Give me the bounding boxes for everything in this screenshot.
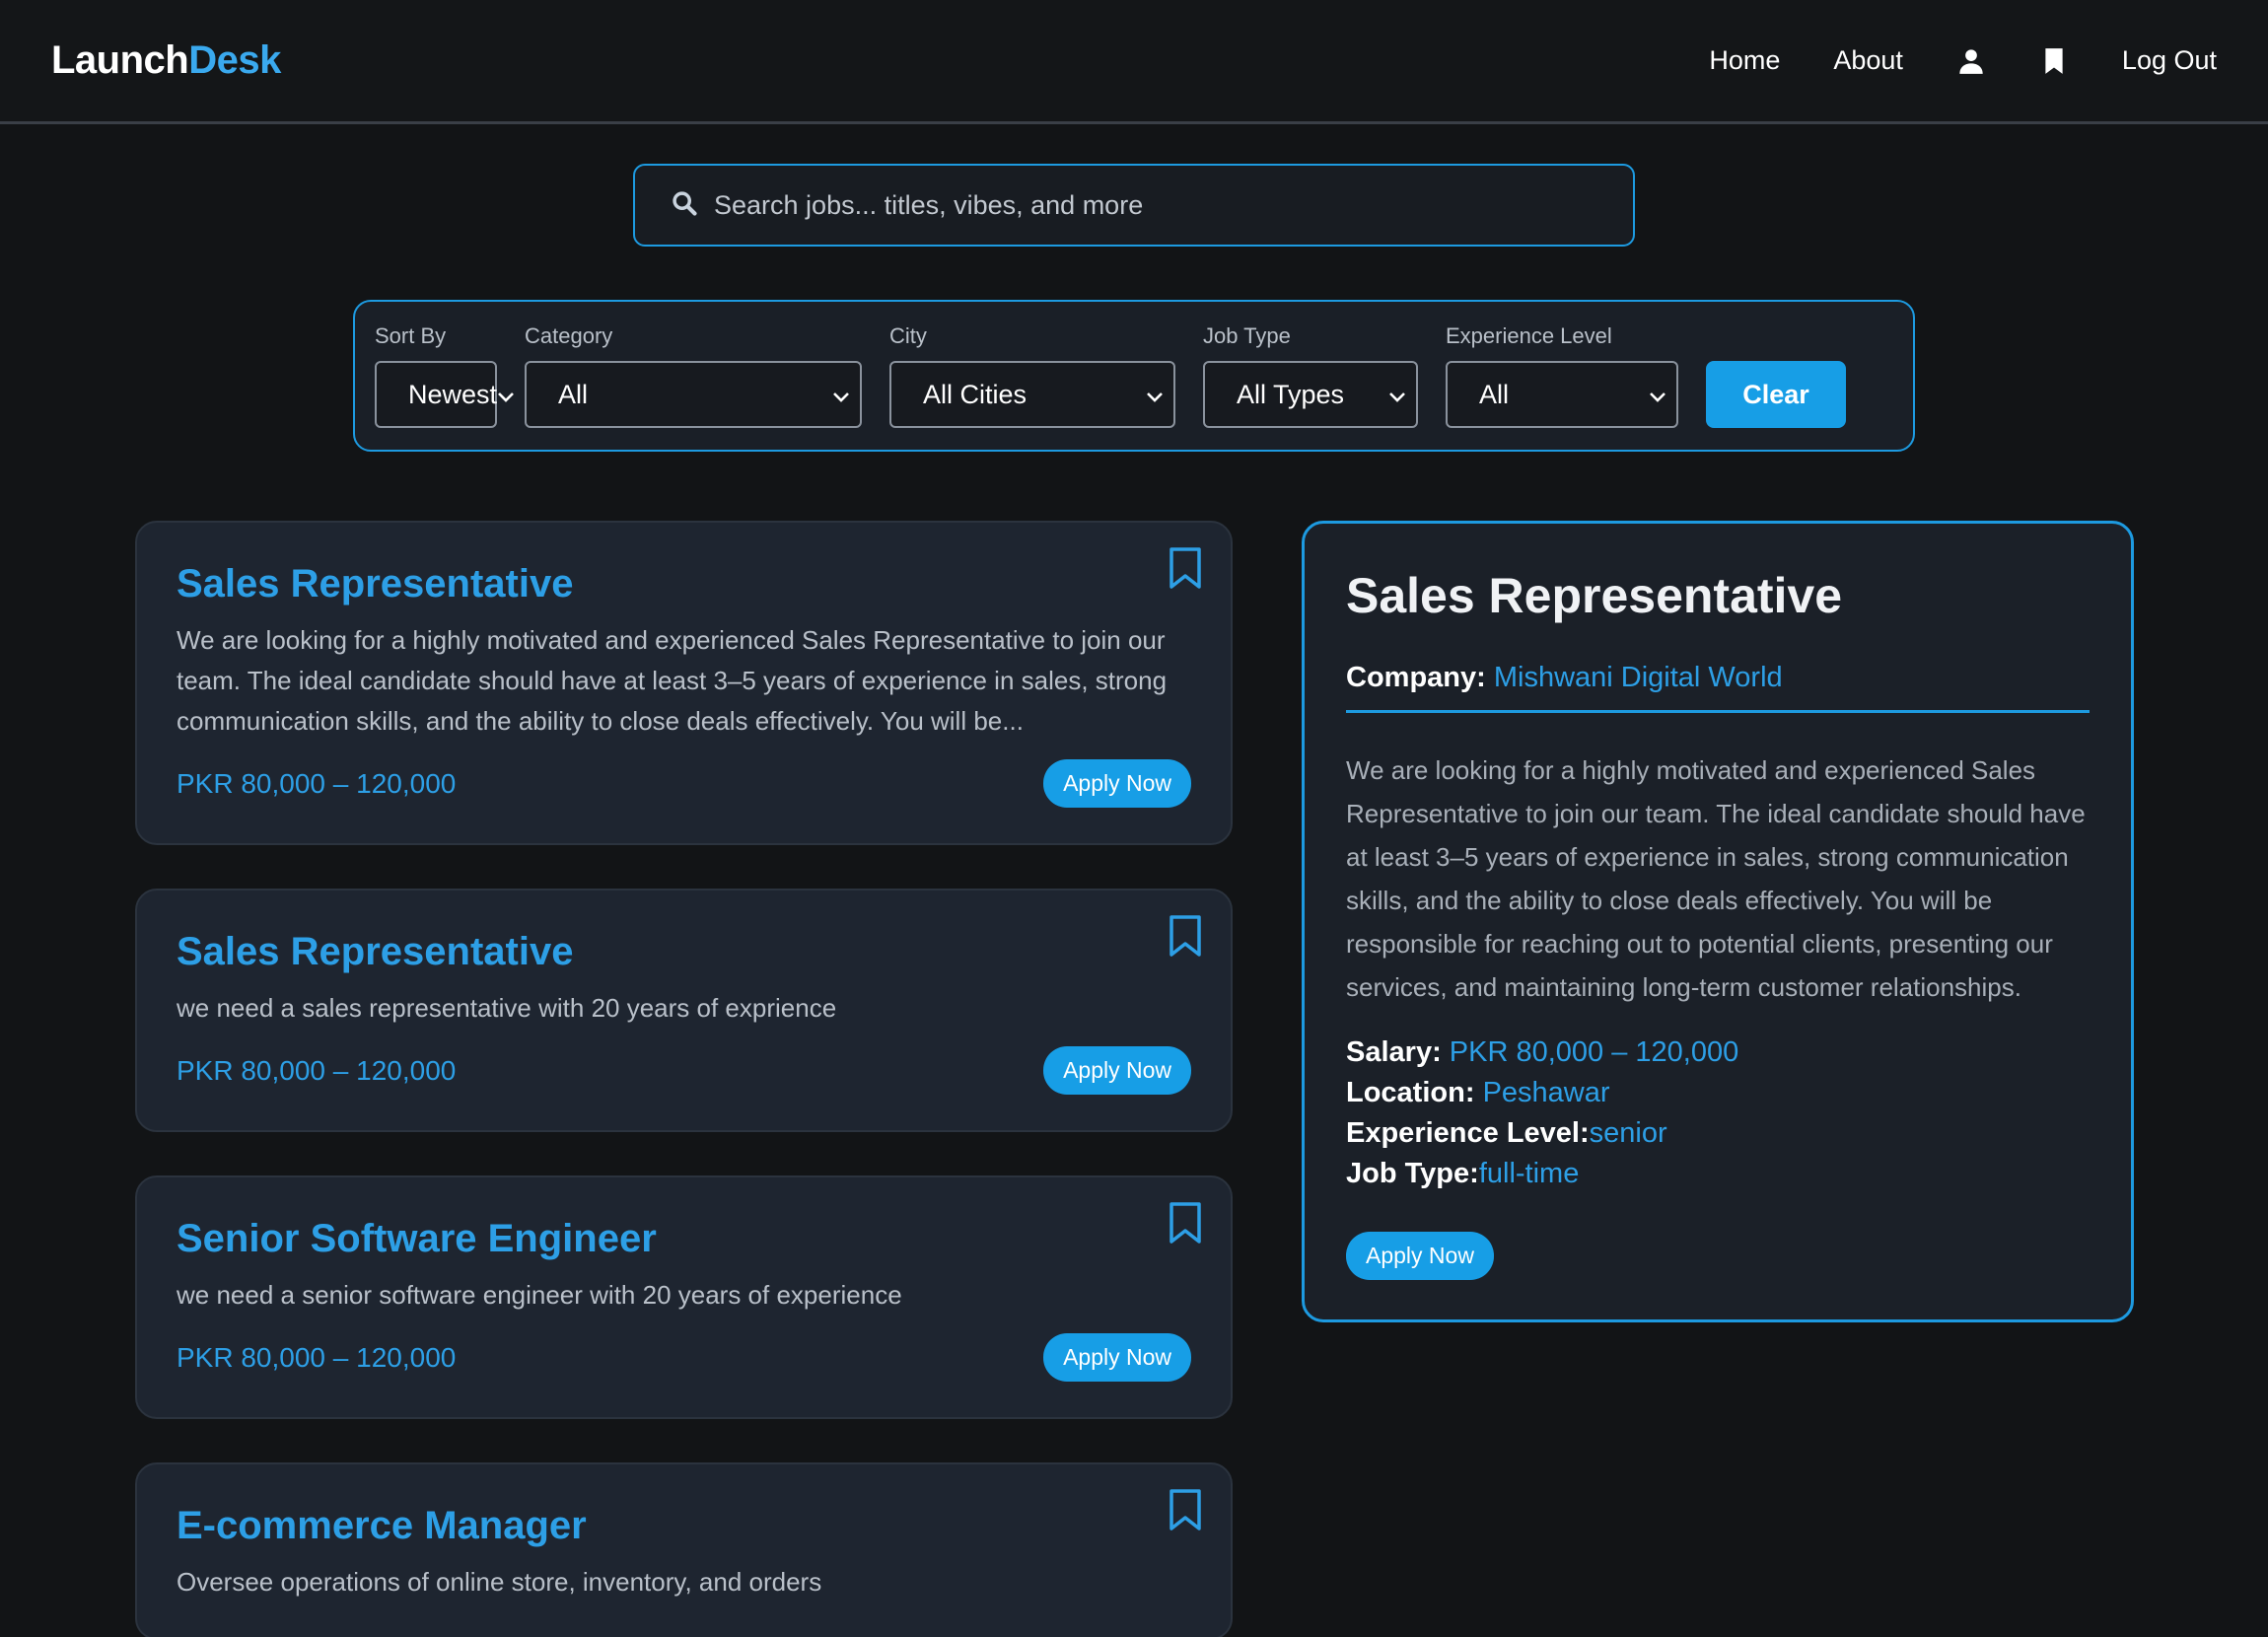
- job-description: we need a sales representative with 20 y…: [177, 993, 837, 1023]
- job-footer: PKR 80,000 – 120,000 Apply Now: [177, 1046, 1191, 1095]
- experience-value: All: [1479, 379, 1510, 409]
- chevron-down-icon: [1649, 380, 1666, 410]
- detail-title: Sales Representative: [1346, 568, 1843, 623]
- bookmark-outline-icon[interactable]: [1168, 1201, 1203, 1245]
- detail-experience-row: Experience Level:senior: [1346, 1117, 2090, 1150]
- apply-now-button[interactable]: Apply Now: [1043, 759, 1191, 808]
- search-section: [0, 164, 2268, 247]
- jobtype-select[interactable]: All Types: [1203, 361, 1418, 428]
- filters-section: Sort By Newest Category All City All Cit…: [0, 300, 2268, 452]
- brand-logo[interactable]: LaunchDesk: [51, 38, 281, 83]
- bookmark-outline-icon[interactable]: [1168, 914, 1203, 958]
- job-footer: PKR 80,000 – 120,000 Apply Now: [177, 759, 1191, 808]
- chevron-down-icon: [1146, 380, 1164, 410]
- job-description: We are looking for a highly motivated an…: [177, 625, 1168, 736]
- detail-apply-now-button[interactable]: Apply Now: [1346, 1232, 1494, 1280]
- jobtype-label: Job Type: [1203, 323, 1291, 348]
- job-salary: PKR 80,000 – 120,000: [177, 767, 457, 799]
- chevron-down-icon: [497, 380, 515, 410]
- experience-value: senior: [1589, 1117, 1667, 1149]
- search-bar[interactable]: [633, 164, 1635, 247]
- city-group: City All Cities: [889, 323, 1175, 428]
- bookmark-icon[interactable]: [2039, 46, 2069, 76]
- jobtype-label: Job Type:: [1346, 1158, 1479, 1189]
- job-description: Oversee operations of online store, inve…: [177, 1567, 822, 1597]
- bookmark-outline-icon[interactable]: [1168, 1488, 1203, 1531]
- salary-label: Salary:: [1346, 1036, 1442, 1068]
- location-label: Location:: [1346, 1077, 1475, 1108]
- brand-part-1: Launch: [51, 38, 189, 82]
- detail-jobtype-row: Job Type:full-time: [1346, 1158, 2090, 1190]
- city-label: City: [889, 323, 927, 348]
- job-salary: PKR 80,000 – 120,000: [177, 1054, 457, 1086]
- job-card[interactable]: E-commerce Manager Oversee operations of…: [135, 1462, 1233, 1637]
- detail-company: Company: Mishwani Digital World: [1346, 662, 2090, 713]
- jobtype-value: All Types: [1237, 379, 1345, 409]
- job-list: Sales Representative We are looking for …: [135, 521, 1233, 1637]
- clear-button[interactable]: Clear: [1706, 361, 1846, 428]
- category-select[interactable]: All: [525, 361, 862, 428]
- sort-value: Newest: [408, 379, 498, 409]
- apply-now-button[interactable]: Apply Now: [1043, 1046, 1191, 1095]
- job-title[interactable]: Senior Software Engineer: [177, 1217, 1191, 1261]
- experience-label: Experience Level:: [1346, 1117, 1590, 1149]
- job-card[interactable]: Sales Representative We are looking for …: [135, 521, 1233, 845]
- sort-select[interactable]: Newest: [375, 361, 514, 428]
- detail-salary-row: Salary: PKR 80,000 – 120,000: [1346, 1036, 2090, 1069]
- nav-home-link[interactable]: Home: [1709, 45, 1780, 76]
- detail-description: We are looking for a highly motivated an…: [1346, 755, 2086, 1002]
- jobtype-group: Job Type All Types: [1203, 323, 1418, 428]
- bookmark-outline-icon[interactable]: [1168, 546, 1203, 590]
- location-value: Peshawar: [1482, 1077, 1610, 1108]
- logout-link[interactable]: Log Out: [2122, 45, 2217, 76]
- detail-location-row: Location: Peshawar: [1346, 1077, 2090, 1109]
- job-card[interactable]: Sales Representative we need a sales rep…: [135, 889, 1233, 1132]
- apply-now-button[interactable]: Apply Now: [1043, 1333, 1191, 1382]
- chevron-down-icon: [1388, 380, 1406, 410]
- job-detail-panel: Sales Representative Company: Mishwani D…: [1302, 521, 2134, 1322]
- chevron-down-icon: [832, 380, 850, 410]
- user-icon[interactable]: [1956, 46, 1986, 76]
- category-value: All: [558, 379, 589, 409]
- job-title[interactable]: E-commerce Manager: [177, 1504, 1191, 1548]
- job-title[interactable]: Sales Representative: [177, 930, 1191, 974]
- jobtype-value: full-time: [1478, 1158, 1580, 1189]
- job-title[interactable]: Sales Representative: [177, 562, 1191, 606]
- filters-panel: Sort By Newest Category All City All Cit…: [353, 300, 1915, 452]
- sort-label: Sort By: [375, 323, 447, 348]
- experience-select[interactable]: All: [1446, 361, 1678, 428]
- main-content: Sales Representative We are looking for …: [0, 521, 2268, 1637]
- nav-links: Home About Log Out: [1709, 45, 2217, 76]
- search-input[interactable]: [714, 189, 1597, 221]
- search-icon: [671, 189, 698, 222]
- city-value: All Cities: [923, 379, 1028, 409]
- salary-value: PKR 80,000 – 120,000: [1449, 1036, 1739, 1068]
- category-label: Category: [525, 323, 613, 348]
- experience-group: Experience Level All: [1446, 323, 1678, 428]
- job-salary: PKR 80,000 – 120,000: [177, 1341, 457, 1373]
- sort-group: Sort By Newest: [375, 323, 514, 428]
- category-group: Category All: [525, 323, 862, 428]
- navbar: LaunchDesk Home About Log Out: [0, 0, 2268, 124]
- nav-about-link[interactable]: About: [1833, 45, 1903, 76]
- brand-part-2: Desk: [188, 38, 281, 82]
- company-label: Company:: [1346, 662, 1486, 693]
- job-description: we need a senior software engineer with …: [177, 1280, 902, 1310]
- city-select[interactable]: All Cities: [889, 361, 1175, 428]
- detail-meta: Salary: PKR 80,000 – 120,000 Location: P…: [1346, 1036, 2090, 1190]
- experience-label: Experience Level: [1446, 323, 1612, 348]
- job-footer: PKR 80,000 – 120,000 Apply Now: [177, 1333, 1191, 1382]
- job-card[interactable]: Senior Software Engineer we need a senio…: [135, 1175, 1233, 1419]
- company-name[interactable]: Mishwani Digital World: [1494, 662, 1783, 693]
